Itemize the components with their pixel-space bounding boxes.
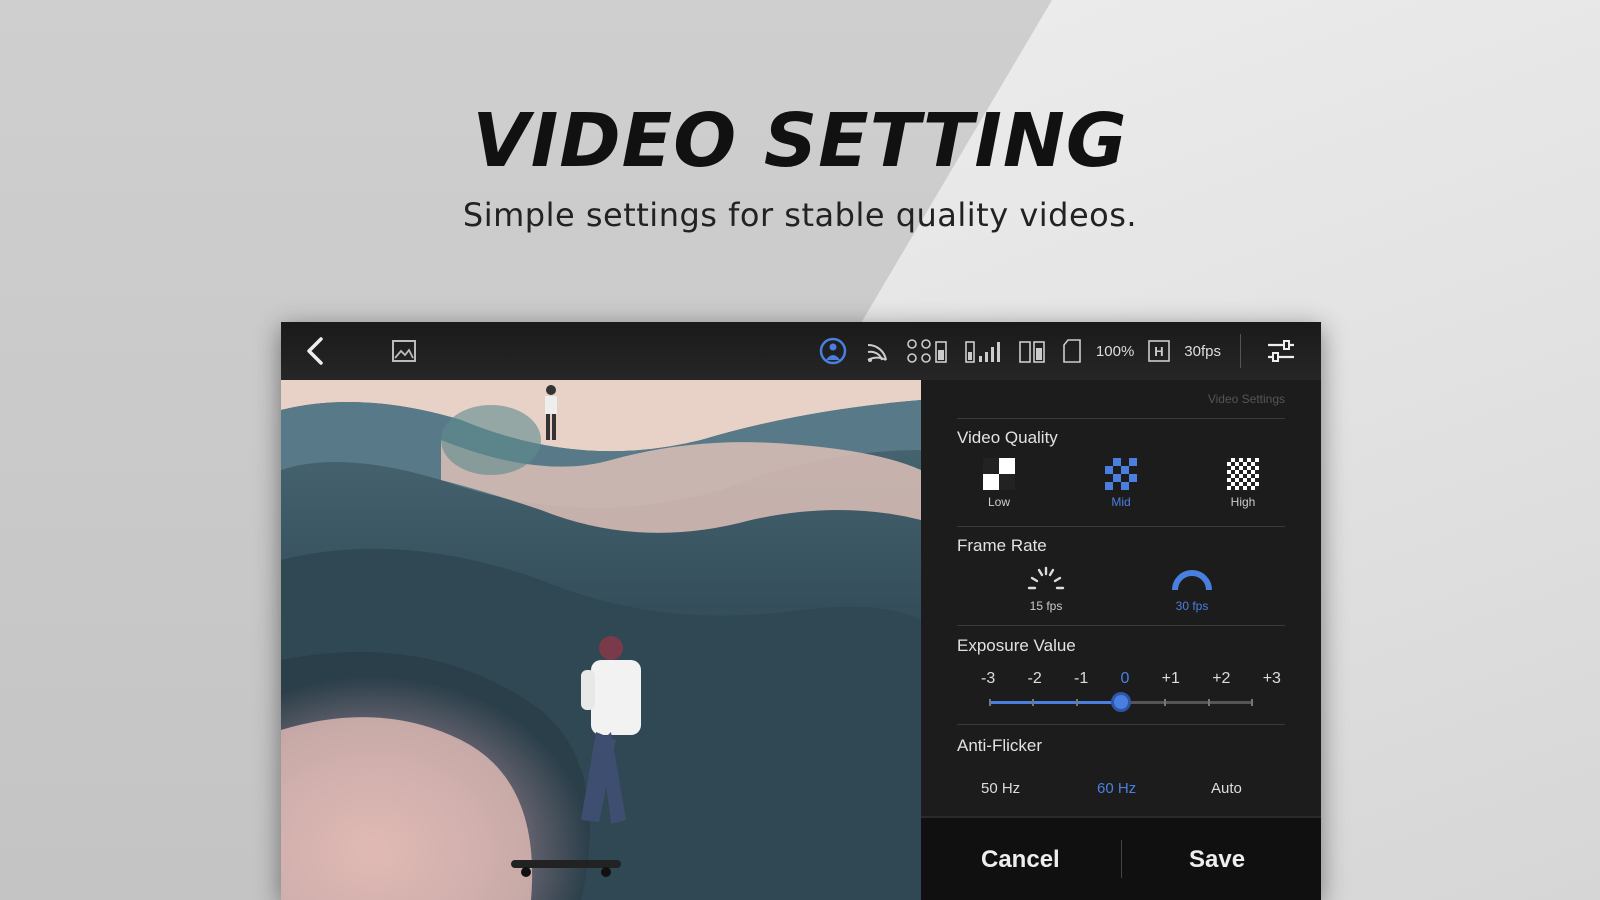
quality-low-icon: [983, 458, 1015, 490]
anti-flicker-label: Anti-Flicker: [957, 736, 1043, 755]
ev-plus-2: +2: [1212, 670, 1231, 687]
controller-battery-icon: [1018, 336, 1048, 366]
exposure-slider-fill: [989, 701, 1121, 704]
panel-title: Video Settings: [1207, 392, 1285, 406]
app-screen: 100% H 30fps Video Settings Video Qualit…: [281, 322, 1321, 900]
promo-headline: VIDEO SETTING: [472, 98, 1128, 184]
divider: [957, 625, 1285, 626]
quality-low-option[interactable]: Low: [975, 458, 1023, 509]
divider: [957, 526, 1285, 527]
ev-minus-2: -2: [1027, 670, 1042, 687]
video-quality-label: Video Quality: [957, 428, 1058, 447]
fps-15-label: 15 fps: [1029, 599, 1063, 613]
signal-strength-icon: [964, 336, 1004, 366]
quality-mid-label: Mid: [1111, 495, 1131, 509]
ev-minus-3: -3: [981, 670, 996, 687]
status-bar: 100% H 30fps: [818, 332, 1221, 370]
resolution-badge: H: [1155, 344, 1164, 359]
fps-15-icon: [1027, 566, 1065, 590]
slider-tick: [1208, 699, 1210, 706]
fps-30-icon: [1172, 570, 1212, 591]
wifi-signal-icon: [862, 336, 892, 366]
slider-tick: [1251, 699, 1253, 706]
quality-mid-option[interactable]: Mid: [1097, 458, 1145, 509]
quality-high-icon: [1227, 458, 1259, 490]
exposure-scale: -3 -2 -1 0 +1 +2 +3: [981, 670, 1281, 688]
flicker-auto-option[interactable]: Auto: [1211, 780, 1242, 797]
fps-30-option[interactable]: 30 fps: [1167, 566, 1217, 613]
action-bar: Cancel Save: [921, 816, 1321, 900]
camera-preview-image: [281, 380, 921, 900]
ev-minus-1: -1: [1074, 670, 1089, 687]
exposure-label: Exposure Value: [957, 636, 1076, 655]
ev-plus-1: +1: [1161, 670, 1180, 687]
promo-subline: Simple settings for stable quality video…: [462, 196, 1138, 234]
toolbar-divider: [1240, 334, 1241, 368]
settings-icon[interactable]: [1265, 336, 1297, 366]
drone-battery-icon: [906, 336, 950, 366]
stabilizer-icon[interactable]: [818, 336, 848, 366]
fps-readout: 30fps: [1184, 342, 1221, 360]
flicker-60hz-option[interactable]: 60 Hz: [1097, 780, 1136, 797]
ev-zero: 0: [1120, 670, 1130, 687]
fps-15-option[interactable]: 15 fps: [1021, 566, 1071, 613]
frame-rate-label: Frame Rate: [957, 536, 1047, 555]
slider-tick: [1032, 699, 1034, 706]
resolution-icon: H: [1148, 336, 1171, 366]
divider: [957, 724, 1285, 725]
cancel-button[interactable]: Cancel: [981, 846, 1060, 874]
flicker-50hz-option[interactable]: 50 Hz: [981, 780, 1020, 797]
divider: [957, 418, 1285, 419]
quality-high-label: High: [1230, 495, 1256, 509]
action-divider: [1121, 840, 1122, 878]
exposure-slider[interactable]: [989, 692, 1253, 712]
storage-percent: 100%: [1095, 342, 1135, 360]
exposure-slider-knob[interactable]: [1111, 692, 1131, 712]
sd-card-icon: [1062, 336, 1082, 366]
quality-mid-icon: [1105, 458, 1137, 490]
slider-tick: [1164, 699, 1166, 706]
slider-tick: [989, 699, 991, 706]
quality-low-label: Low: [987, 495, 1010, 509]
gallery-icon[interactable]: [391, 338, 417, 364]
ev-plus-3: +3: [1262, 670, 1281, 687]
save-button[interactable]: Save: [1189, 846, 1245, 874]
back-icon[interactable]: [301, 334, 331, 368]
top-toolbar: 100% H 30fps: [281, 322, 1321, 380]
slider-tick: [1076, 699, 1078, 706]
fps-30-label: 30 fps: [1175, 599, 1209, 613]
quality-high-option[interactable]: High: [1219, 458, 1267, 509]
